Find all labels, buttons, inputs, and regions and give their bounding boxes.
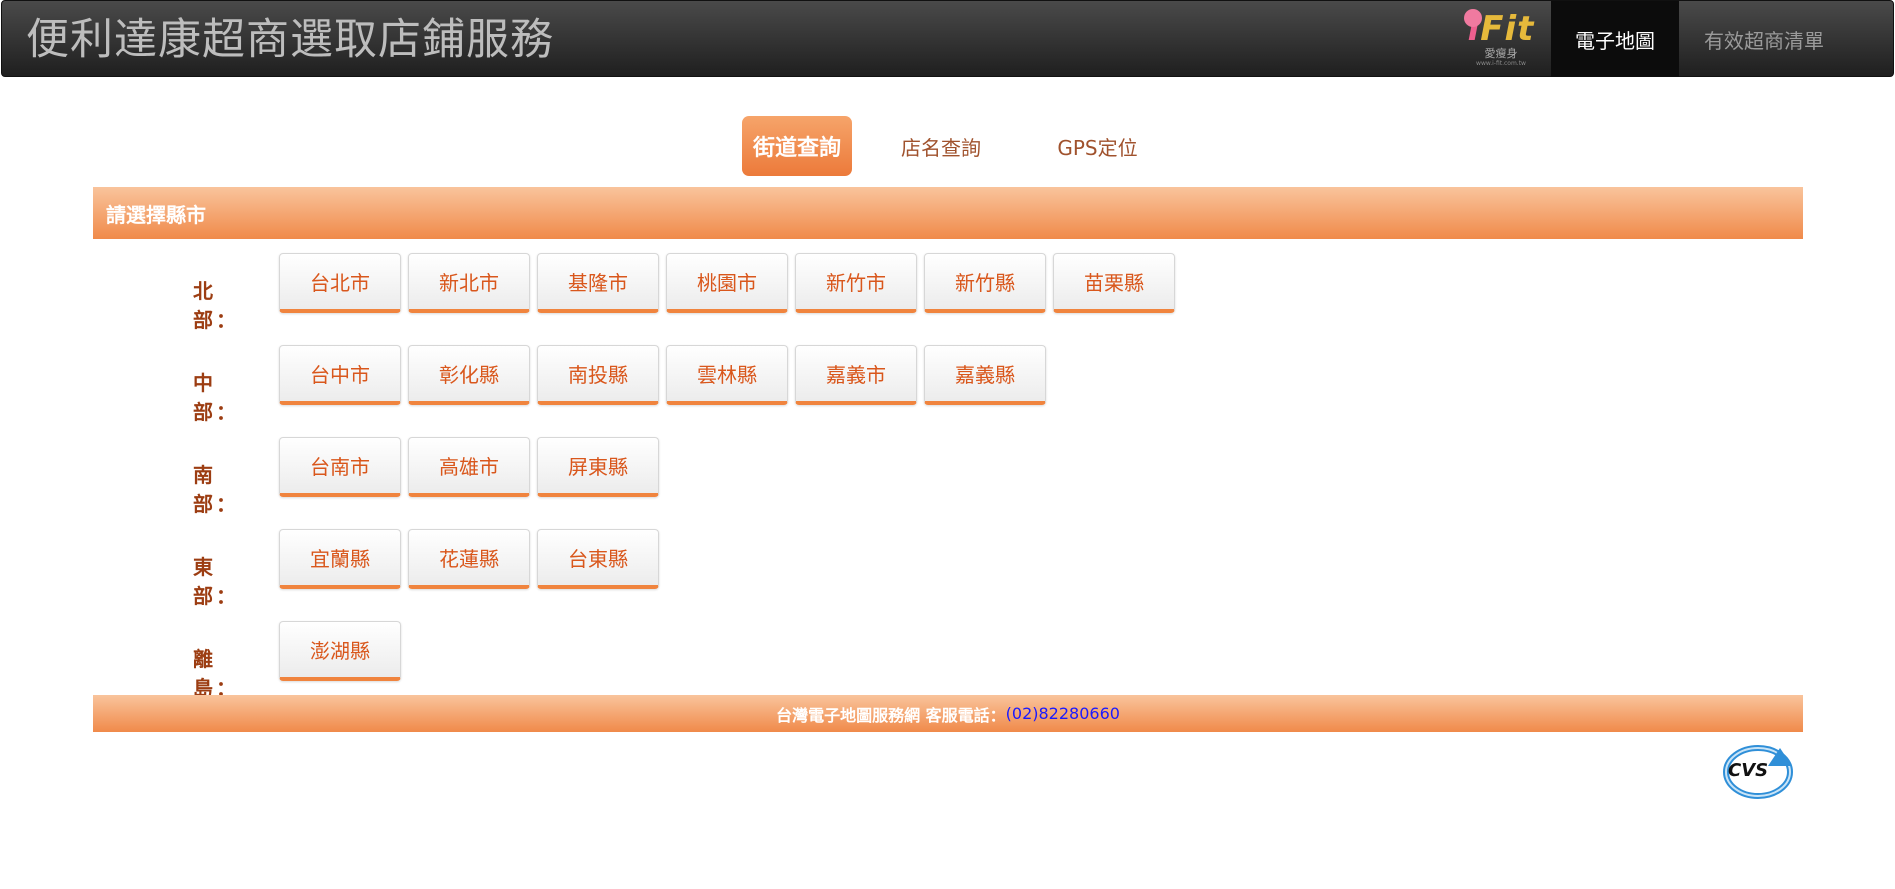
ifit-logo-subtitle: 愛瘦身 (1484, 46, 1518, 60)
city-button[interactable]: 新竹市 (795, 253, 917, 313)
city-button[interactable]: 基隆市 (537, 253, 659, 313)
region-label: 東 部： (193, 555, 239, 608)
city-button[interactable]: 嘉義市 (795, 345, 917, 405)
city-button[interactable]: 桃園市 (666, 253, 788, 313)
ifit-logo-dot-icon (1464, 9, 1482, 27)
footer-bar: 台灣電子地圖服務網 客服電話： (02)82280660 (93, 695, 1803, 732)
city-button[interactable]: 宜蘭縣 (279, 529, 401, 589)
region-row: 南 部： 台南市 高雄市 屏東縣 (0, 437, 1895, 516)
page-title: 便利達康超商選取店鋪服務 (26, 15, 554, 65)
top-navbar: 便利達康超商選取店鋪服務 iFit 愛瘦身 www.i-fit.com.tw 電… (1, 0, 1894, 77)
region-row: 東 部： 宜蘭縣 花蓮縣 台東縣 (0, 529, 1895, 608)
region-label: 南 部： (193, 463, 239, 516)
footer-phone: (02)82280660 (1005, 704, 1120, 723)
city-button[interactable]: 澎湖縣 (279, 621, 401, 681)
tab-store-name-search[interactable]: 店名查詢 (885, 116, 997, 176)
city-button[interactable]: 台南市 (279, 437, 401, 497)
nav-valid-store-list[interactable]: 有效超商清單 (1679, 1, 1849, 77)
region-row: 北 部： 台北市 新北市 基隆市 桃園市 新竹市 新竹縣 苗栗縣 (0, 253, 1895, 332)
city-button[interactable]: 台北市 (279, 253, 401, 313)
city-button[interactable]: 新北市 (408, 253, 530, 313)
city-button[interactable]: 苗栗縣 (1053, 253, 1175, 313)
tab-street-search[interactable]: 街道查詢 (742, 116, 852, 176)
region-label: 離 島： (193, 647, 239, 700)
city-button[interactable]: 屏東縣 (537, 437, 659, 497)
city-button[interactable]: 新竹縣 (924, 253, 1046, 313)
city-button[interactable]: 嘉義縣 (924, 345, 1046, 405)
search-tabs: 街道查詢 店名查詢 GPS定位 (0, 116, 1895, 176)
footer-text: 台灣電子地圖服務網 客服電話： (776, 705, 1006, 725)
city-button[interactable]: 台中市 (279, 345, 401, 405)
city-button[interactable]: 花蓮縣 (408, 529, 530, 589)
ifit-logo-url: www.i-fit.com.tw (1476, 59, 1526, 67)
section-header: 請選擇縣市 (93, 187, 1803, 239)
city-button[interactable]: 雲林縣 (666, 345, 788, 405)
cvs-logo-text: CVS (1728, 760, 1768, 781)
region-label: 中 部： (193, 371, 239, 424)
city-button[interactable]: 高雄市 (408, 437, 530, 497)
ifit-logo[interactable]: iFit 愛瘦身 www.i-fit.com.tw (1460, 5, 1542, 73)
city-button[interactable]: 彰化縣 (408, 345, 530, 405)
region-row: 離 島： 澎湖縣 (0, 621, 1895, 700)
cvs-logo: CVS (1723, 745, 1793, 799)
region-row: 中 部： 台中市 彰化縣 南投縣 雲林縣 嘉義市 嘉義縣 (0, 345, 1895, 424)
city-button[interactable]: 台東縣 (537, 529, 659, 589)
nav-electronic-map[interactable]: 電子地圖 (1551, 1, 1679, 77)
city-button[interactable]: 南投縣 (537, 345, 659, 405)
tab-gps-location[interactable]: GPS定位 (1045, 116, 1150, 176)
region-label: 北 部： (193, 279, 239, 332)
